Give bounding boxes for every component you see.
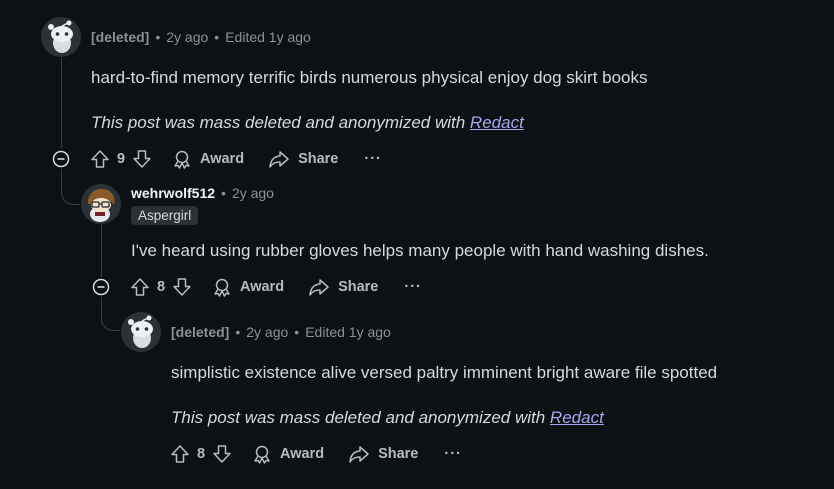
comment-edited: Edited 1y ago xyxy=(225,29,311,45)
comment-body: simplistic existence alive versed paltry… xyxy=(171,363,718,382)
snoo-deleted-avatar-icon xyxy=(41,17,81,57)
upvote-arrow-icon xyxy=(171,445,189,463)
snoo-deleted-avatar-icon xyxy=(121,312,161,352)
note-text: This post was mass deleted and anonymize… xyxy=(91,113,470,132)
vote-score: 9 xyxy=(116,151,126,167)
downvote-arrow-icon xyxy=(133,150,151,168)
comment-actions: 8 Award Share ··· xyxy=(128,273,430,301)
upvote-arrow-icon xyxy=(131,278,149,296)
comment-meta: [deleted] • 2y ago • Edited 1y ago xyxy=(171,324,391,340)
meta-separator: • xyxy=(155,29,161,45)
avatar[interactable] xyxy=(121,312,161,352)
avatar[interactable] xyxy=(81,184,121,224)
comment-time[interactable]: 2y ago xyxy=(246,324,288,340)
upvote-button[interactable] xyxy=(168,442,192,466)
more-options-button[interactable]: ··· xyxy=(356,151,390,167)
meta-separator: • xyxy=(221,185,226,201)
comment-body: I've heard using rubber gloves helps man… xyxy=(131,241,709,260)
comment-edited: Edited 1y ago xyxy=(305,324,391,340)
award-label: Award xyxy=(240,279,285,295)
comment-note: This post was mass deleted and anonymize… xyxy=(171,408,604,428)
meta-separator: • xyxy=(214,29,220,45)
avatar[interactable] xyxy=(41,17,81,57)
more-options-button[interactable]: ··· xyxy=(396,279,430,295)
share-arrow-icon xyxy=(269,151,289,168)
comment-author[interactable]: wehrwolf512 xyxy=(131,185,215,201)
comment-author[interactable]: [deleted] xyxy=(91,29,149,45)
award-icon xyxy=(254,445,270,464)
share-label: Share xyxy=(338,279,379,295)
collapse-minus-icon xyxy=(52,150,70,168)
share-button[interactable]: Share xyxy=(260,145,346,173)
meta-separator: • xyxy=(235,324,241,340)
thread-line xyxy=(101,296,120,331)
downvote-button[interactable] xyxy=(130,147,154,171)
award-label: Award xyxy=(200,151,245,167)
comment-time[interactable]: 2y ago xyxy=(166,29,208,45)
award-button[interactable]: Award xyxy=(244,440,332,468)
thread-line xyxy=(61,172,80,205)
award-label: Award xyxy=(280,446,325,462)
upvote-button[interactable] xyxy=(88,147,112,171)
redact-link[interactable]: Redact xyxy=(550,408,604,427)
comment-actions: 8 Award Share ··· xyxy=(168,440,470,468)
share-arrow-icon xyxy=(309,279,329,296)
upvote-arrow-icon xyxy=(91,150,109,168)
award-button[interactable]: Award xyxy=(204,273,292,301)
share-label: Share xyxy=(378,446,419,462)
vote-score: 8 xyxy=(156,279,166,295)
share-arrow-icon xyxy=(349,446,369,463)
comment-time[interactable]: 2y ago xyxy=(232,185,274,201)
user-flair: Aspergirl xyxy=(131,206,199,225)
downvote-button[interactable] xyxy=(170,275,194,299)
comment-note: This post was mass deleted and anonymize… xyxy=(91,113,524,133)
snoo-custom-avatar-icon xyxy=(81,184,121,224)
redact-link[interactable]: Redact xyxy=(470,113,524,132)
upvote-button[interactable] xyxy=(128,275,152,299)
comment-meta: wehrwolf512 • 2y ago xyxy=(131,185,274,201)
award-icon xyxy=(214,278,230,297)
meta-separator: • xyxy=(294,324,300,340)
comment-meta: [deleted] • 2y ago • Edited 1y ago xyxy=(91,29,311,45)
downvote-button[interactable] xyxy=(210,442,234,466)
vote-score: 8 xyxy=(196,446,206,462)
share-button[interactable]: Share xyxy=(340,440,426,468)
downvote-arrow-icon xyxy=(173,278,191,296)
downvote-arrow-icon xyxy=(213,445,231,463)
collapse-minus-icon xyxy=(92,278,110,296)
more-options-button[interactable]: ··· xyxy=(436,446,470,462)
note-text: This post was mass deleted and anonymize… xyxy=(171,408,550,427)
share-label: Share xyxy=(298,151,339,167)
collapse-thread-button[interactable] xyxy=(51,149,71,169)
thread-line xyxy=(61,58,62,148)
thread-line xyxy=(101,222,102,278)
comment-actions: 9 Award Share ··· xyxy=(88,145,390,173)
award-icon xyxy=(174,150,190,169)
collapse-thread-button[interactable] xyxy=(91,277,111,297)
share-button[interactable]: Share xyxy=(300,273,386,301)
award-button[interactable]: Award xyxy=(164,145,252,173)
comment-body: hard-to-find memory terrific birds numer… xyxy=(91,68,648,87)
comment-author[interactable]: [deleted] xyxy=(171,324,229,340)
